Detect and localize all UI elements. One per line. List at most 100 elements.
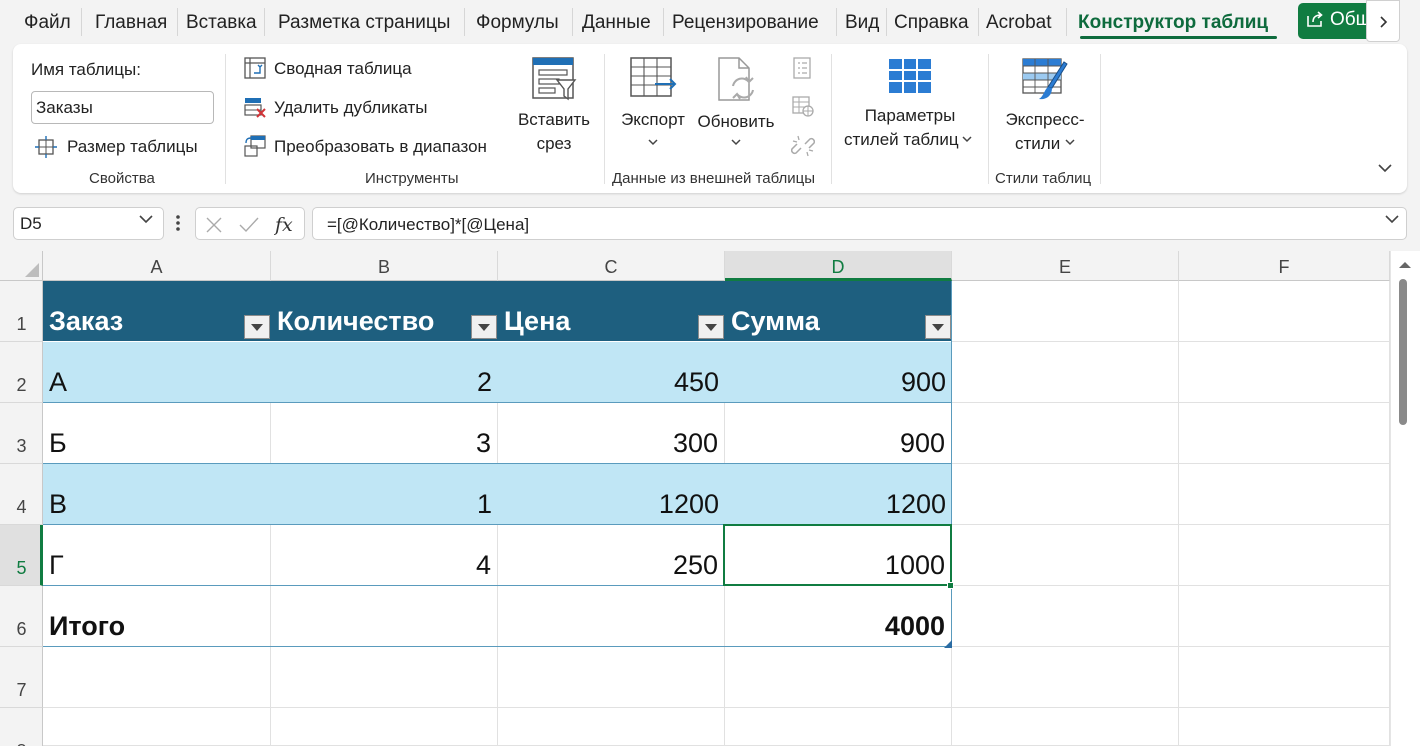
table-cell[interactable]: 900 [725,403,952,464]
grid-cell[interactable] [1179,464,1390,525]
grid-cell[interactable] [1179,647,1390,708]
cancel-icon[interactable] [204,215,224,235]
grid-cell[interactable] [1179,281,1390,342]
grid-cell[interactable] [1179,586,1390,647]
column-header-c[interactable]: C [498,251,725,281]
row-header-7[interactable]: 7 [0,647,43,708]
table-cell[interactable]: 2 [271,342,498,403]
grid-cell[interactable] [952,464,1179,525]
filter-dropdown-button[interactable] [925,315,951,339]
table-header-cell[interactable]: Цена [498,281,725,342]
remove-duplicates-button[interactable]: Удалить дубликаты [243,95,443,121]
select-all-button[interactable] [0,251,43,281]
grid-cell[interactable] [271,647,498,708]
grid-cell[interactable] [952,342,1179,403]
grid-cell[interactable] [1179,403,1390,464]
grid-cell[interactable] [498,708,725,746]
table-cell[interactable]: В [43,464,271,525]
table-cell[interactable]: 4 [271,525,498,586]
fill-handle[interactable] [947,582,954,589]
column-header-d[interactable]: D [725,251,952,281]
grid-cell[interactable] [952,403,1179,464]
filter-dropdown-button[interactable] [471,315,497,339]
table-header-cell[interactable]: Сумма [725,281,952,342]
total-row-sum-cell[interactable]: 4000 [725,586,952,647]
tab-review[interactable]: Рецензирование [672,11,819,35]
scrollbar-thumb[interactable] [1399,279,1407,425]
table-cell[interactable]: А [43,342,271,403]
row-header-1[interactable]: 1 [0,281,43,342]
table-name-input[interactable] [31,91,214,124]
table-cell[interactable]: 450 [498,342,725,403]
column-header-b[interactable]: B [271,251,498,281]
refresh-button[interactable]: Обновить [693,56,779,156]
row-header-4[interactable]: 4 [0,464,43,525]
tab-insert[interactable]: Вставка [186,11,257,35]
chevron-down-icon[interactable] [138,213,154,225]
enter-check-icon[interactable] [238,215,260,235]
row-header-5[interactable]: 5 [0,525,43,586]
total-row-label-cell[interactable]: Итого [43,586,271,647]
column-header-e[interactable]: E [952,251,1179,281]
table-cell-selected[interactable]: 1000 [725,525,952,586]
properties-button[interactable] [789,56,815,80]
tab-formulas[interactable]: Формулы [476,11,559,35]
row-header-6[interactable]: 6 [0,586,43,647]
grid-cell[interactable] [725,647,952,708]
tab-file[interactable]: Файл [24,11,71,35]
table-cell[interactable]: 3 [271,403,498,464]
tab-home[interactable]: Главная [95,11,167,35]
grid-cell[interactable] [271,708,498,746]
tab-view[interactable]: Вид [845,11,879,35]
table-header-cell[interactable]: Заказ [43,281,271,342]
total-row-cell[interactable] [498,586,725,647]
export-button[interactable]: Экспорт [615,56,691,156]
insert-slicer-button[interactable]: Вставить срез [513,56,595,156]
vertical-scrollbar[interactable] [1390,251,1420,746]
grid-cell[interactable] [952,281,1179,342]
share-button[interactable]: Общий доступ [1298,3,1373,39]
quick-styles-button[interactable]: Экспресс- стили [995,56,1095,156]
grid-cell[interactable] [1179,525,1390,586]
table-cell[interactable]: Б [43,403,271,464]
row-header-2[interactable]: 2 [0,342,43,403]
table-resize-handle-icon[interactable] [944,640,952,648]
column-header-a[interactable]: A [43,251,271,281]
column-header-f[interactable]: F [1179,251,1390,281]
row-header-3[interactable]: 3 [0,403,43,464]
ribbon-expand-icon[interactable] [1376,162,1394,174]
table-cell[interactable]: Г [43,525,271,586]
insert-function-icon[interactable]: fx [274,213,298,237]
open-in-browser-button[interactable] [789,95,815,119]
table-cell[interactable]: 1200 [498,464,725,525]
table-cell[interactable]: 250 [498,525,725,586]
grid-cell[interactable] [952,647,1179,708]
grid-cell[interactable] [43,708,271,746]
grid-cell[interactable] [43,647,271,708]
scroll-up-arrow-icon[interactable] [1396,259,1414,271]
grid-cell[interactable] [725,708,952,746]
more-options-icon[interactable] [176,213,180,233]
tab-acrobat[interactable]: Acrobat [986,11,1051,35]
resize-table-button[interactable]: Размер таблицы [35,135,215,161]
grid-cell[interactable] [952,586,1179,647]
pivot-table-button[interactable]: Сводная таблица [243,56,433,82]
grid-cell[interactable] [1179,342,1390,403]
table-cell[interactable]: 900 [725,342,952,403]
grid-cell[interactable] [1179,708,1390,746]
filter-dropdown-button[interactable] [244,315,270,339]
tab-help[interactable]: Справка [894,11,969,35]
table-cell[interactable]: 1 [271,464,498,525]
expand-formula-bar-icon[interactable] [1384,213,1400,225]
tab-table-design[interactable]: Конструктор таблиц [1078,11,1268,35]
filter-dropdown-button[interactable] [698,315,724,339]
grid-cell[interactable] [952,708,1179,746]
table-style-options-button[interactable]: Параметры стилей таблиц [841,56,979,156]
formula-input[interactable]: =[@Количество]*[@Цена] [312,207,1407,240]
tab-page-layout[interactable]: Разметка страницы [278,11,450,35]
total-row-cell[interactable] [271,586,498,647]
table-header-cell[interactable]: Количество [271,281,498,342]
grid-cell[interactable] [498,647,725,708]
more-tabs-button[interactable] [1366,0,1400,42]
grid-cell[interactable] [952,525,1179,586]
